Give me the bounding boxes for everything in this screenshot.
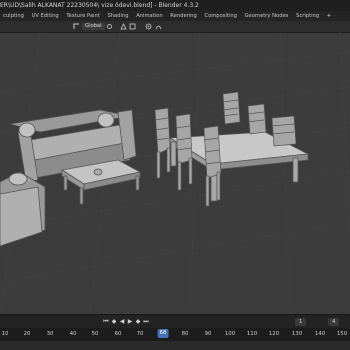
add-workspace-button[interactable]: + (324, 11, 334, 21)
tab-sculpting[interactable]: culpting (0, 11, 27, 21)
timeline-controls: ⏮ ◆ ◀ ▶ ◆ ⏭ 1 4 (0, 314, 350, 329)
tab-compositing[interactable]: Compositing (201, 11, 240, 21)
title-bar: ER\UD\Salih ALKANAT 22230504\ vize ödevi… (0, 0, 350, 11)
proportional-edit-icon[interactable] (145, 23, 152, 30)
ruler-tick: 70 (136, 331, 144, 337)
ruler-tick: 20 (23, 331, 31, 337)
jump-keyframe-forward-icon[interactable]: ◆ (134, 318, 142, 326)
viewport-scene (0, 32, 350, 314)
frame-ruler[interactable]: 10 20 30 40 50 60 70 80 90 100 110 120 1… (0, 328, 350, 350)
ruler-tick: 60 (114, 331, 122, 337)
tab-scripting[interactable]: Scripting (293, 11, 322, 21)
ruler-tick: 30 (46, 331, 54, 337)
ruler-tick: 80 (181, 331, 189, 337)
tab-shading[interactable]: Shading (104, 11, 131, 21)
ruler-tick: 130 (291, 331, 303, 337)
ruler-tick: 50 (91, 331, 99, 337)
tab-rendering[interactable]: Rendering (167, 11, 200, 21)
transform-orientation-icon[interactable] (73, 23, 80, 30)
jump-keyframe-back-icon[interactable]: ◆ (110, 318, 118, 326)
tab-texture-paint[interactable]: Texture Paint (63, 11, 102, 21)
window-title: ER\UD\Salih ALKANAT 22230504\ vize ödevi… (0, 2, 199, 9)
ruler-tick: 90 (204, 331, 212, 337)
timeline-track[interactable] (0, 341, 350, 350)
tab-animation[interactable]: Animation (133, 11, 165, 21)
orientation-dropdown[interactable]: Global (82, 23, 105, 30)
armchair (0, 171, 46, 247)
ruler-tick: 110 (246, 331, 258, 337)
snap-icon[interactable] (120, 23, 127, 30)
ruler-tick: 40 (69, 331, 77, 337)
ruler-tick: 10 (1, 331, 9, 337)
start-frame-field[interactable]: 1 (295, 318, 307, 326)
workspace-tabs: culpting UV Editing Texture Paint Shadin… (0, 11, 350, 21)
end-frame-field[interactable]: 4 (328, 318, 340, 326)
ruler-tick: 140 (314, 331, 326, 337)
ruler-tick: 150 (336, 331, 348, 337)
snap-target-icon[interactable] (129, 23, 136, 30)
jump-start-icon[interactable]: ⏮ (102, 318, 110, 326)
tab-geometry-nodes[interactable]: Geometry Nodes (242, 11, 292, 21)
3d-viewport[interactable] (0, 32, 350, 314)
falloff-icon[interactable] (155, 23, 162, 30)
ruler-tick: 100 (224, 331, 236, 337)
ruler-tick: 120 (268, 331, 280, 337)
pivot-icon[interactable] (106, 23, 113, 30)
tab-uv-editing[interactable]: UV Editing (29, 11, 62, 21)
jump-end-icon[interactable]: ⏭ (142, 318, 150, 326)
play-icon[interactable]: ▶ (126, 318, 134, 326)
play-reverse-icon[interactable]: ◀ (118, 318, 126, 326)
current-frame-indicator[interactable]: 68 (157, 329, 169, 338)
